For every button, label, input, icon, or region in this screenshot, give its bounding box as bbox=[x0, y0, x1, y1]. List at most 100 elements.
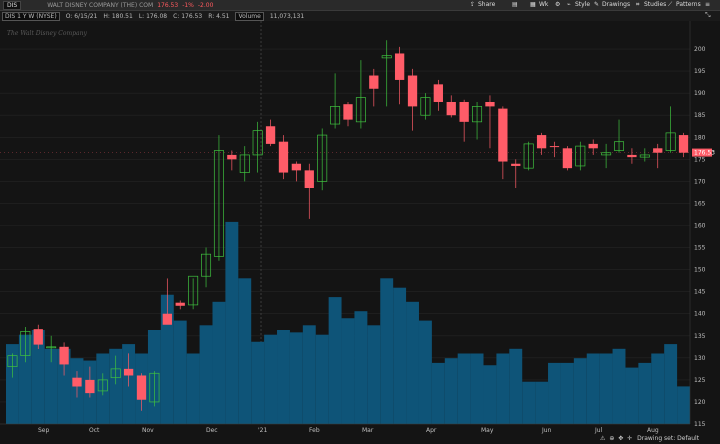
volume-bar bbox=[173, 320, 187, 424]
volume-bar bbox=[509, 348, 523, 424]
candle-body bbox=[162, 313, 172, 325]
settings-icon[interactable]: ⚙ bbox=[555, 0, 560, 10]
volume-bar bbox=[199, 325, 213, 424]
last-price: 176.53 bbox=[157, 1, 179, 9]
volume-bar bbox=[548, 362, 561, 424]
candle-body bbox=[459, 101, 469, 122]
y-tick-label: 195 bbox=[694, 68, 706, 75]
volume-bar bbox=[251, 341, 265, 424]
y-tick-label: 190 bbox=[694, 90, 706, 97]
volume-bar bbox=[638, 362, 652, 424]
x-tick-label: Aug bbox=[647, 427, 659, 434]
company-name: WALT DISNEY COMPANY (THE) COM bbox=[47, 1, 154, 9]
candle-body bbox=[72, 377, 82, 387]
candle-body bbox=[485, 101, 495, 107]
y-tick-label: 150 bbox=[694, 267, 706, 274]
candle-body bbox=[33, 329, 43, 345]
volume-bar bbox=[586, 353, 600, 424]
volume-bar bbox=[367, 325, 381, 424]
y-tick-label: 130 bbox=[694, 355, 706, 362]
y-tick-label: 125 bbox=[694, 377, 706, 384]
candle-body bbox=[588, 143, 598, 149]
year-marker: '21 bbox=[258, 427, 267, 434]
volume-bar bbox=[483, 365, 497, 424]
grid-icon[interactable]: ▤ bbox=[512, 0, 518, 10]
volume-bar bbox=[573, 358, 587, 424]
calendar-icon: ▦ bbox=[530, 1, 536, 8]
candle-body bbox=[227, 154, 237, 160]
symbol-timeframe[interactable]: DIS 1 Y W (NYSE) bbox=[2, 11, 60, 21]
symbol-input[interactable]: DIS bbox=[3, 0, 22, 10]
volume-bar bbox=[677, 386, 690, 424]
volume-bar bbox=[225, 221, 239, 424]
candle-body bbox=[123, 368, 134, 376]
volume-bar bbox=[535, 381, 549, 424]
candle-body bbox=[653, 148, 663, 153]
price-chart[interactable]: 200 195 190 185 180 175 170 165 160 155 150 145 140 1… bbox=[0, 0, 720, 444]
volume-bar bbox=[380, 278, 394, 424]
candle-body bbox=[549, 146, 560, 148]
collapse-icon[interactable]: ⤡ bbox=[705, 11, 711, 20]
interval-button[interactable]: Wk bbox=[539, 0, 548, 10]
y-tick-label: 200 bbox=[694, 46, 706, 53]
price-change: -1% bbox=[182, 1, 194, 9]
volume-bar bbox=[664, 344, 678, 424]
y-tick-label: 135 bbox=[694, 333, 706, 340]
volume-bar bbox=[341, 318, 355, 424]
chart-app: 200 195 190 185 180 175 170 165 160 155 150 145 140 1… bbox=[0, 0, 720, 444]
x-tick-label: Apr bbox=[426, 427, 437, 434]
high-value: H: 180.51 bbox=[103, 12, 133, 20]
y-tick-label: 115 bbox=[694, 421, 706, 428]
volume-bar bbox=[625, 367, 639, 424]
volume-bar bbox=[212, 301, 226, 424]
zoom-icon[interactable]: ⊕ bbox=[609, 435, 614, 442]
share-button[interactable]: Share bbox=[478, 0, 495, 10]
crosshair-icon[interactable]: ✛ bbox=[627, 435, 632, 442]
candle-body bbox=[446, 101, 456, 116]
y-tick-label: 170 bbox=[694, 178, 706, 185]
candle bbox=[562, 146, 573, 171]
low-value: L: 176.08 bbox=[138, 12, 168, 20]
volume-bar bbox=[277, 330, 290, 424]
volume-bar bbox=[457, 353, 471, 424]
menu-icon[interactable]: ≡ bbox=[705, 0, 710, 10]
y-tick-label: 145 bbox=[694, 289, 706, 296]
style-icon: ⌁ bbox=[567, 1, 571, 8]
share-icon: ⇪ bbox=[470, 1, 476, 8]
candle-body bbox=[59, 346, 69, 365]
studies-button[interactable]: Studies bbox=[644, 0, 666, 10]
price-change-pct: -2.00 bbox=[197, 1, 214, 9]
patterns-icon: ⟋ bbox=[668, 1, 673, 8]
volume-bar bbox=[431, 362, 445, 424]
range-value: R: 4.51 bbox=[208, 12, 230, 20]
pan-icon[interactable]: ✥ bbox=[618, 435, 623, 442]
drawings-button[interactable]: Drawings bbox=[602, 0, 630, 10]
x-tick-label: Mar bbox=[362, 427, 374, 434]
alert-icon[interactable]: ⚠ bbox=[600, 435, 605, 442]
volume-bar bbox=[612, 348, 626, 424]
x-tick-label: Feb bbox=[309, 427, 320, 434]
candle-body bbox=[511, 163, 521, 166]
volume-bar bbox=[444, 358, 458, 424]
drawing-set-label[interactable]: Drawing set: Default bbox=[637, 435, 699, 442]
volume-bar bbox=[406, 301, 419, 424]
y-tick-label: 175 bbox=[694, 156, 706, 163]
patterns-button[interactable]: Patterns bbox=[676, 0, 701, 10]
last-price-tag: 176.53 bbox=[692, 148, 715, 157]
candle-body bbox=[85, 379, 95, 394]
candle-body bbox=[407, 75, 418, 107]
candle-body bbox=[536, 135, 547, 149]
volume-label[interactable]: Volume bbox=[235, 11, 264, 21]
candle-body bbox=[175, 302, 185, 306]
y-tick-label: 140 bbox=[694, 311, 706, 318]
candle-body bbox=[136, 375, 147, 400]
candle-body bbox=[278, 141, 289, 173]
close-value: C: 176.53 bbox=[173, 12, 203, 20]
y-tick-label: 160 bbox=[694, 223, 706, 230]
y-tick-label: 180 bbox=[694, 134, 706, 141]
x-tick-label: May bbox=[481, 427, 494, 434]
x-tick-label: Jun bbox=[541, 427, 552, 434]
style-button[interactable]: Style bbox=[575, 0, 590, 10]
candle-body bbox=[304, 170, 314, 189]
candle-body bbox=[291, 163, 302, 171]
